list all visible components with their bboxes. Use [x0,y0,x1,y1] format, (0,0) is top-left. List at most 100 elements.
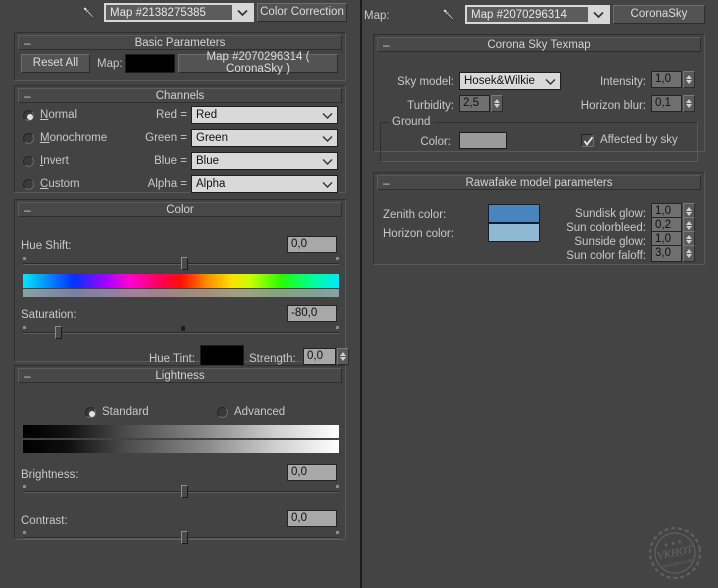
rollout-color-header[interactable]: – Color [18,202,342,217]
map-color-swatch[interactable] [125,54,175,73]
spinner-down-icon[interactable] [686,212,692,216]
saturation-field[interactable]: -80,0 [287,305,337,322]
spinner-down-icon[interactable] [686,80,692,84]
radio-normal-label: Normal [40,109,78,121]
spinner-down-icon[interactable] [686,240,692,244]
spinner-up-icon[interactable] [686,221,692,225]
rollout-channels-header[interactable]: – Channels [18,88,342,103]
brightness-slider[interactable] [23,484,339,498]
saturation-label: Saturation: [21,309,77,321]
channel-alpha-dropdown[interactable]: Alpha [191,175,338,193]
sun-colorbleed-value: 0,2 [655,218,671,231]
radio-dot [217,407,228,418]
chevron-down-icon[interactable] [232,5,252,20]
spinner-down-icon[interactable] [686,254,692,258]
collapse-icon[interactable]: – [24,203,31,217]
collapse-icon[interactable]: – [383,176,390,190]
radio-standard-label: Standard [102,406,149,418]
rollout-basic-parameters-header[interactable]: – Basic Parameters [18,35,342,50]
hue-shift-field[interactable]: 0,0 [287,236,337,253]
map-name-field[interactable]: Map #2070296314 [465,5,610,24]
hue-gradient-bar [23,274,339,298]
horizon-blur-field[interactable]: 0,1 [651,95,682,112]
radio-custom[interactable]: Custom [23,178,133,192]
turbidity-spinner[interactable] [491,95,503,112]
eyedropper-icon[interactable] [440,6,458,24]
spinner-up-icon[interactable] [494,99,500,103]
map-slot-button[interactable]: Map #2070296314 ( CoronaSky ) [178,51,338,74]
rollout-corona-sky-header[interactable]: – Corona Sky Texmap [377,37,701,52]
right-panel: Map: Map #2070296314 CoronaSky – Corona … [362,0,718,588]
rollout-rawafake-header[interactable]: – Rawafake model parameters [377,175,701,190]
radio-monochrome-label: Monochrome [40,132,108,144]
sky-model-dropdown[interactable]: Hosek&Wilkie [459,72,561,90]
horizon-blur-label: Horizon blur: [580,100,646,112]
collapse-icon[interactable]: – [24,89,31,103]
chevron-down-icon[interactable] [320,153,334,169]
rollout-lightness-header[interactable]: – Lightness [18,368,342,383]
spinner-up-icon[interactable] [686,99,692,103]
slider-handle[interactable] [181,257,188,270]
chevron-down-icon[interactable] [588,7,608,22]
saturation-slider[interactable] [23,325,339,339]
affected-by-sky-checkbox[interactable]: Affected by sky [581,134,711,148]
spinner-up-icon[interactable] [340,352,346,356]
horizon-color-swatch[interactable] [488,223,540,242]
strength-spinner[interactable] [337,348,349,365]
radio-normal[interactable]: Normal [23,109,133,123]
reset-all-button[interactable]: Reset All [21,54,90,73]
spinner-up-icon[interactable] [686,235,692,239]
sun-color-faloff-field[interactable]: 3,0 [651,245,682,262]
horizon-blur-spinner[interactable] [683,95,695,112]
affected-by-sky-label: Affected by sky [600,134,678,146]
strength-field[interactable]: 0,0 [303,348,336,365]
radio-standard[interactable]: Standard [85,406,175,420]
brightness-label: Brightness: [21,469,79,481]
contrast-field[interactable]: 0,0 [287,510,337,527]
ground-color-swatch[interactable] [459,132,507,149]
spinner-up-icon[interactable] [686,249,692,253]
chevron-down-icon[interactable] [543,73,557,89]
intensity-label: Intensity: [599,76,646,88]
channel-green-dropdown[interactable]: Green [191,129,338,147]
channel-alpha-value: Alpha [196,178,226,190]
spinner-down-icon[interactable] [686,104,692,108]
spinner-down-icon[interactable] [340,357,346,361]
map-name-field[interactable]: Map #2138275385 [104,3,254,22]
collapse-icon[interactable]: – [24,369,31,383]
hue-gradient-saturated [23,274,339,288]
slider-handle[interactable] [54,326,62,339]
slider-handle[interactable] [181,531,188,544]
radio-advanced[interactable]: Advanced [217,406,307,420]
spinner-down-icon[interactable] [686,226,692,230]
collapse-icon[interactable]: – [24,36,31,50]
channel-blue-dropdown[interactable]: Blue [191,152,338,170]
eyedropper-icon[interactable] [80,4,98,22]
map-type-button[interactable]: CoronaSky [613,5,705,24]
sun-color-faloff-spinner[interactable] [683,245,695,262]
intensity-field[interactable]: 1,0 [651,71,682,88]
hue-shift-slider[interactable] [23,256,339,270]
turbidity-field[interactable]: 2,5 [459,95,490,112]
intensity-spinner[interactable] [683,71,695,88]
map-type-button[interactable]: Color Correction [257,3,347,22]
channel-red-dropdown[interactable]: Red [191,106,338,124]
contrast-slider[interactable] [23,530,339,544]
checkbox-box[interactable] [581,134,594,147]
spinner-up-icon[interactable] [686,207,692,211]
radio-dot [23,156,34,167]
radio-invert[interactable]: Invert [23,155,133,169]
chevron-down-icon[interactable] [320,107,334,123]
spinner-down-icon[interactable] [494,104,500,108]
spinner-up-icon[interactable] [686,75,692,79]
brightness-field[interactable]: 0,0 [287,464,337,481]
rollout-corona-sky-texmap: – Corona Sky Texmap Sky model: Hosek&Wil… [373,34,705,162]
zenith-color-swatch[interactable] [488,204,540,223]
chevron-down-icon[interactable] [320,176,334,192]
collapse-icon[interactable]: – [383,38,390,52]
sundisk-glow-value: 1,0 [655,204,671,217]
sky-model-label: Sky model: [397,76,454,88]
turbidity-value: 2,5 [463,96,479,109]
chevron-down-icon[interactable] [320,130,334,146]
slider-handle[interactable] [181,485,188,498]
